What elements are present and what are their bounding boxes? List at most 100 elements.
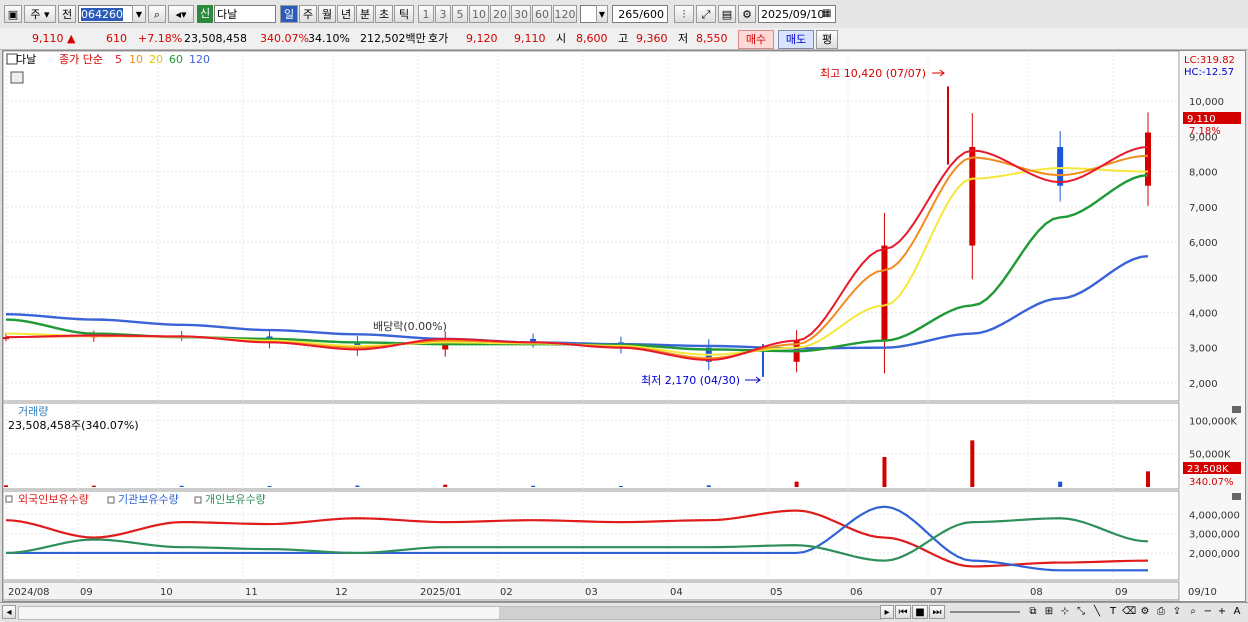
holdings-close-icon[interactable] <box>1232 493 1241 500</box>
legend-institution[interactable]: 기관보유수량 <box>118 493 179 506</box>
prev-button[interactable]: 전 <box>58 5 76 23</box>
date-tick: 11 <box>245 587 258 598</box>
candle-body <box>1057 146 1064 186</box>
scrollbar-thumb[interactable] <box>499 607 881 619</box>
legend-foreign[interactable]: 외국인보유수량 <box>18 493 89 506</box>
avg-button[interactable]: 평 <box>816 30 838 49</box>
interval-60[interactable]: 60 <box>532 5 552 23</box>
period-tick[interactable]: 틱 <box>394 5 414 23</box>
volume-bar <box>1058 481 1063 487</box>
interval-30[interactable]: 30 <box>511 5 531 23</box>
legend-ma120[interactable]: 120 <box>189 53 210 66</box>
price-panel <box>2 50 1180 402</box>
count-field[interactable]: 265/600 <box>612 5 668 23</box>
sell-button[interactable]: 매도 <box>778 30 814 49</box>
grid-toggle-icon[interactable] <box>10 71 24 84</box>
interval-10[interactable]: 10 <box>469 5 489 23</box>
fit-icon[interactable]: ⤡ <box>1074 605 1088 619</box>
zoom-in-icon[interactable]: + <box>1216 605 1228 619</box>
legend-ma10[interactable]: 10 <box>129 53 143 66</box>
price-y-tick: 2,000 <box>1189 379 1218 390</box>
chevron-down-icon[interactable]: ▼ <box>596 5 608 23</box>
period-month[interactable]: 월 <box>318 5 336 23</box>
ask-label: 호가 <box>428 32 449 45</box>
zoom-icon[interactable]: ⌕ <box>1186 605 1200 619</box>
save-icon[interactable]: ▤ <box>718 5 736 23</box>
date-tick: 02 <box>500 587 513 598</box>
volume-value: 23,508,458 <box>184 32 247 45</box>
calendar-icon[interactable]: ▦ <box>822 5 834 23</box>
legend-individual[interactable]: 개인보유수량 <box>205 493 266 506</box>
volume-bar <box>267 486 272 487</box>
period-year[interactable]: 년 <box>337 5 355 23</box>
stock-code-value: 064260 <box>81 8 123 21</box>
market-label: 주 <box>30 8 41 21</box>
tile-icon[interactable]: ⊞ <box>1042 605 1056 619</box>
volume-title: 거래량 <box>18 405 48 418</box>
interval-3[interactable]: 3 <box>435 5 451 23</box>
volume-bar <box>4 485 8 487</box>
ask-price-2: 9,110 <box>514 32 546 45</box>
code-dropdown-icon[interactable]: ▼ <box>132 5 146 23</box>
zoom-out-icon[interactable]: − <box>1202 605 1214 619</box>
line-tool-icon[interactable]: ╲ <box>1090 605 1104 619</box>
export-icon[interactable]: ⇪ <box>1170 605 1184 619</box>
font-size-icon[interactable]: A <box>1230 605 1244 619</box>
volume-bar <box>618 486 623 487</box>
date-tick: 09/10 <box>1188 587 1217 598</box>
interval-20[interactable]: 20 <box>490 5 510 23</box>
scroll-left-icon[interactable]: ◂ <box>2 605 16 619</box>
speaker-icon[interactable]: ◂▾ <box>168 5 194 23</box>
legend-ma5[interactable]: 5 <box>115 53 122 66</box>
price-y-tick: 7,000 <box>1189 203 1218 214</box>
period-second[interactable]: 초 <box>375 5 393 23</box>
buy-button[interactable]: 매수 <box>738 30 774 49</box>
count-max: /600 <box>639 8 664 21</box>
candle-body <box>1145 132 1151 186</box>
current-price: 9,110 ▲ <box>32 32 76 45</box>
print-icon[interactable]: ⎙ <box>1154 605 1168 619</box>
stock-chart[interactable]: 2024/08 09 10 11 12 2025/01 02 03 04 05 06 07 08 09 09… <box>2 50 1245 601</box>
period-minute[interactable]: 분 <box>356 5 374 23</box>
interval-1[interactable]: 1 <box>418 5 434 23</box>
gear-icon[interactable]: ⚙ <box>738 5 756 23</box>
text-tool-icon[interactable]: T <box>1106 605 1120 619</box>
stop-icon[interactable]: ■ <box>912 605 928 619</box>
drawing-tool-icon[interactable]: ⤢ <box>696 5 716 23</box>
bottom-bar: ◂ ▸ ⏮ ■ ⏭ ⧉ ⊞ ⊹ ⤡ ╲ T ⌫ ⚙ ⎙ ⇪ ⌕ − + A <box>0 602 1248 622</box>
interval-5[interactable]: 5 <box>452 5 468 23</box>
eraser-icon[interactable]: ⌫ <box>1122 605 1136 619</box>
period-week[interactable]: 주 <box>299 5 317 23</box>
scrollbar-track[interactable] <box>18 606 882 620</box>
settings-icon[interactable]: ⚙ <box>1138 605 1152 619</box>
crosshair-icon[interactable]: ⊹ <box>1058 605 1072 619</box>
forward-icon[interactable]: ⏭ <box>929 605 945 619</box>
search-icon[interactable]: ⌕ <box>148 5 166 23</box>
legend-ma20[interactable]: 20 <box>149 53 163 66</box>
price-y-tick: 8,000 <box>1189 168 1218 179</box>
stock-name-field[interactable]: 다날 <box>214 5 276 23</box>
date-tick: 2025/01 <box>420 587 462 598</box>
new-badge: 신 <box>197 5 213 23</box>
high-annotation: 최고 10,420 (07/07) <box>820 67 926 80</box>
ask-price-1: 9,120 <box>466 32 498 45</box>
up-arrow-icon: ▲ <box>67 32 76 45</box>
zoom-slider[interactable] <box>950 611 1020 613</box>
date-value: 2025/09/10 <box>761 8 825 21</box>
scroll-right-icon[interactable]: ▸ <box>880 605 894 619</box>
period-day[interactable]: 일 <box>280 5 298 23</box>
candle-body <box>969 146 976 246</box>
volume-close-icon[interactable] <box>1232 406 1241 413</box>
copy-icon[interactable]: ⧉ <box>1026 605 1040 619</box>
quote-bar: 9,110 ▲ 610 +7.18% 23,508,458 340.07% 34… <box>0 28 1248 50</box>
holdings-y-tick: 3,000,000 <box>1189 530 1240 541</box>
chart-area[interactable]: 2024/08 09 10 11 12 2025/01 02 03 04 05 06 07 08 09 09… <box>2 50 1246 602</box>
holdings-y-tick: 2,000,000 <box>1189 549 1240 560</box>
candle-type-icon[interactable]: ⫶ <box>674 5 694 23</box>
interval-120[interactable]: 120 <box>553 5 577 23</box>
market-select[interactable]: 주 ▾ <box>24 5 56 23</box>
date-tick: 04 <box>670 587 683 598</box>
legend-ma60[interactable]: 60 <box>169 53 183 66</box>
rewind-icon[interactable]: ⏮ <box>895 605 911 619</box>
layout-icon[interactable]: ▣ <box>4 5 22 23</box>
